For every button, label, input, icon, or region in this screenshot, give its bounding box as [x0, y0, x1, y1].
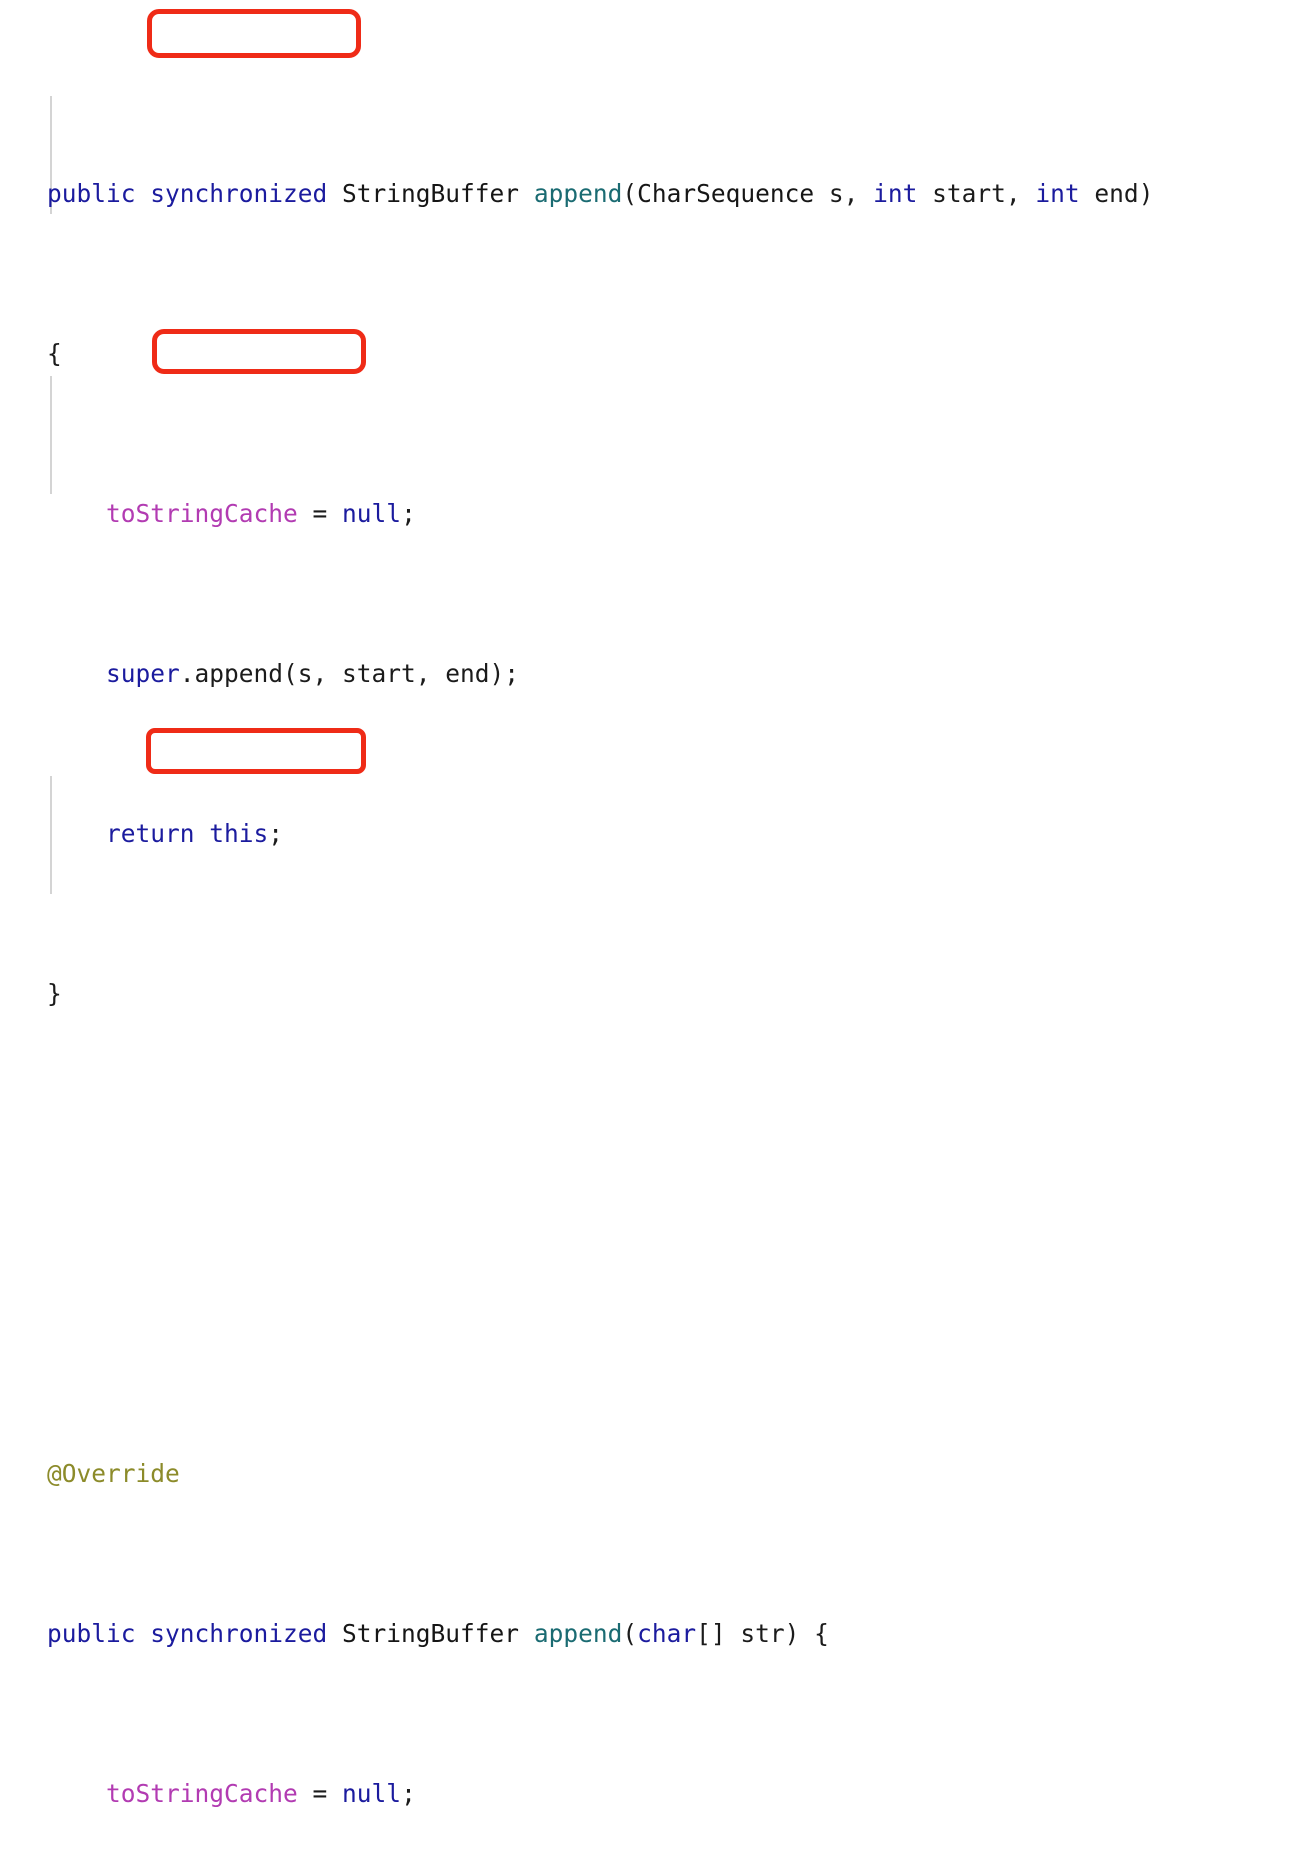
param-name-s: s, — [814, 179, 874, 208]
annotation-override: @Override — [47, 1459, 180, 1488]
method-append: append — [533, 179, 623, 208]
brace-close: } — [47, 979, 62, 1008]
assign-operator: = — [297, 1779, 343, 1808]
brace-open: { — [47, 339, 62, 368]
code-line-brace-open-1: { — [47, 334, 1153, 374]
keyword-public: public — [47, 179, 151, 208]
type-stringbuffer: StringBuffer — [342, 1619, 534, 1648]
paren-close: ) — [1138, 179, 1154, 208]
keyword-this: this — [194, 819, 269, 848]
code-line-annotation-2: @Override — [47, 1454, 1153, 1494]
keyword-synchronized: synchronized — [150, 1619, 328, 1648]
semicolon: ; — [401, 1779, 416, 1808]
keyword-return: return — [106, 819, 195, 848]
param-type-charsequence: CharSequence — [637, 179, 815, 208]
method-append: append — [533, 1619, 623, 1648]
paren-open: ( — [622, 179, 638, 208]
super-append-call: .append(s, start, end); — [179, 659, 520, 688]
keyword-super: super — [106, 659, 180, 688]
field-tostringcache: toStringCache — [106, 499, 298, 528]
code-line-brace-close-1: } — [47, 974, 1153, 1014]
assign-operator: = — [297, 499, 343, 528]
paren-open: ( — [622, 1619, 638, 1648]
code-line-tostringcache-1: toStringCache = null; — [47, 494, 1153, 534]
param-type-int-2: int — [1035, 179, 1080, 208]
keyword-public: public — [47, 1619, 151, 1648]
param-name-end: end — [1079, 179, 1139, 208]
field-tostringcache: toStringCache — [106, 1779, 298, 1808]
param-type-int-1: int — [873, 179, 918, 208]
keyword-null: null — [342, 1779, 402, 1808]
param-name-start: start, — [917, 179, 1036, 208]
code-viewer: public synchronized StringBuffer append(… — [0, 0, 1290, 1808]
code-line-signature-2: public synchronized StringBuffer append(… — [47, 1614, 1153, 1654]
code-line-signature-1: public synchronized StringBuffer append(… — [47, 174, 1153, 214]
param-rest: [] str) { — [696, 1619, 829, 1648]
code-line-tostringcache-2: toStringCache = null; — [47, 1774, 1153, 1814]
semicolon: ; — [401, 499, 416, 528]
code-block[interactable]: public synchronized StringBuffer append(… — [47, 14, 1153, 1876]
code-line-return-1: return this; — [47, 814, 1153, 854]
type-stringbuffer: StringBuffer — [342, 179, 534, 208]
keyword-synchronized: synchronized — [150, 179, 328, 208]
keyword-null: null — [342, 499, 402, 528]
semicolon: ; — [268, 819, 284, 848]
param-type-char: char — [637, 1619, 697, 1648]
code-line-super-append-1: super.append(s, start, end); — [47, 654, 1153, 694]
